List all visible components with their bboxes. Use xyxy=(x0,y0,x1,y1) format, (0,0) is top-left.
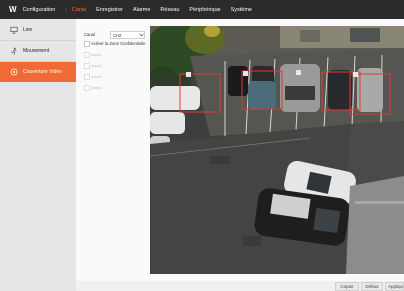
privacy-mask-icon xyxy=(10,68,18,76)
nav-configuration[interactable]: Configuration xyxy=(23,7,56,13)
brand-logo: W xyxy=(9,5,17,14)
sidebar-item-mouvement[interactable]: Mouvement xyxy=(0,41,76,62)
sidebar-item-couverture-video[interactable]: Couverture Vidéo xyxy=(0,62,76,82)
canal-select[interactable]: CH2 xyxy=(110,31,145,39)
copy-button[interactable]: Copier xyxy=(335,282,359,291)
zone-checkbox-2[interactable] xyxy=(84,63,90,69)
zone-checkbox-3[interactable] xyxy=(84,74,90,80)
canal-select-value: CH2 xyxy=(113,32,122,38)
zone-checkbox-4[interactable] xyxy=(84,85,90,91)
sidebar: Live Mouvement Couverture Vidéo xyxy=(0,19,76,291)
nav-systeme[interactable]: Système xyxy=(231,7,252,13)
top-navigation-bar: W Configuration | Canal Enregistrer Alar… xyxy=(0,0,404,19)
sidebar-item-label: Couverture Vidéo xyxy=(23,69,62,75)
activate-privacy-checkbox[interactable] xyxy=(84,41,90,47)
nav-canal[interactable]: Canal xyxy=(72,7,86,13)
nav-alarme[interactable]: Alarme xyxy=(133,7,150,13)
nav-reseau[interactable]: Réseau xyxy=(160,7,179,13)
activate-privacy-label: Activer la Zone Confidentielle xyxy=(91,41,146,46)
chevron-down-icon xyxy=(139,33,144,37)
zone-label-4: Area4 xyxy=(91,85,102,90)
camera-preview[interactable] xyxy=(150,26,404,274)
zone-checkbox-1[interactable] xyxy=(84,52,90,58)
sidebar-item-label: Live xyxy=(23,27,33,33)
sidebar-item-label: Mouvement xyxy=(23,48,50,54)
nav-peripherique[interactable]: Périphérique xyxy=(189,7,220,13)
zone-label-3: Area3 xyxy=(91,74,102,79)
zone-label-1: Area1 xyxy=(91,52,102,57)
nav-enregistrer[interactable]: Enregistrer xyxy=(96,7,123,13)
canal-label: Canal xyxy=(84,32,95,37)
zone-label-2: Area2 xyxy=(91,63,102,68)
monitor-icon xyxy=(10,26,18,34)
motion-icon xyxy=(11,47,17,55)
sidebar-item-live[interactable]: Live xyxy=(0,20,76,41)
nav-separator: | xyxy=(65,6,67,13)
apply-button[interactable]: Appliquer xyxy=(385,282,404,291)
parking-lot-scene xyxy=(150,26,404,274)
default-button[interactable]: Défaut xyxy=(361,282,383,291)
